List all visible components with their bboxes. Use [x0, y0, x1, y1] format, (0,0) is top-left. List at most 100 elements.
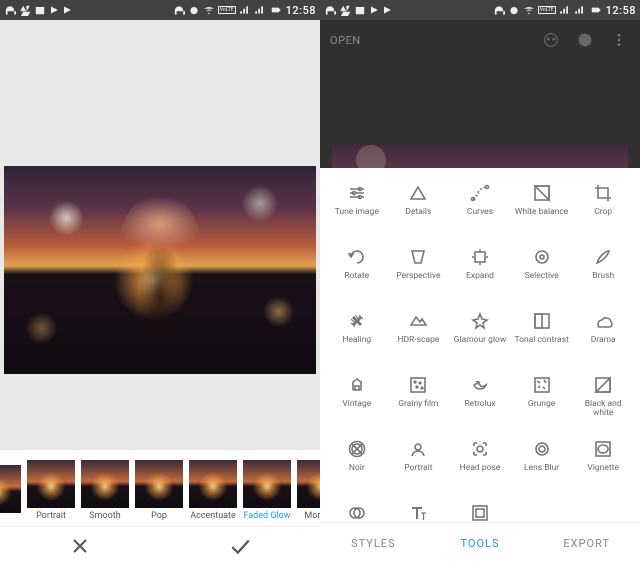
tool-grunge[interactable]: Grunge — [511, 374, 573, 436]
tool-noir[interactable]: Noir — [326, 438, 388, 500]
filter-strip[interactable]: PortraitSmoothPopAccentuateFaded GlowMor… — [0, 450, 320, 526]
filter-morning[interactable]: Morning — [295, 460, 320, 521]
tool-label: Vintage — [342, 400, 371, 409]
tool-selective[interactable]: Selective — [511, 246, 573, 308]
signal-icon — [559, 4, 571, 16]
tool-whitebalance[interactable]: White balance — [511, 182, 573, 244]
wifi-icon — [523, 4, 535, 16]
tool-portrait[interactable]: Portrait — [388, 438, 450, 500]
tools-panel: Tune imageDetailsCurvesWhite balanceCrop… — [320, 168, 640, 522]
grunge-icon — [531, 374, 553, 396]
tool-drama[interactable]: Drama — [572, 310, 634, 372]
tool-label: Head pose — [460, 464, 501, 473]
filter-label: Morning — [295, 511, 320, 521]
portrait-icon — [407, 438, 429, 460]
tool-healing[interactable]: Healing — [326, 310, 388, 372]
whitebalance-icon — [531, 182, 553, 204]
play-icon — [369, 5, 379, 15]
nav-export[interactable]: EXPORT — [533, 523, 640, 564]
drive-icon — [19, 4, 31, 16]
tool-frames[interactable]: Frames — [449, 502, 511, 522]
signal-icon — [239, 4, 251, 16]
filter-portrait[interactable]: Portrait — [25, 460, 77, 521]
tool-tune[interactable]: Tune image — [326, 182, 388, 244]
more-icon[interactable] — [608, 29, 630, 51]
tool-double[interactable]: Double Exposure — [326, 502, 388, 522]
nav-tools[interactable]: TOOLS — [427, 523, 534, 564]
tool-tonal[interactable]: Tonal contrast — [511, 310, 573, 372]
tool-curves[interactable]: Curves — [449, 182, 511, 244]
filter-label: Pop — [133, 511, 185, 521]
play-icon — [49, 5, 59, 15]
photo-peek — [332, 142, 628, 168]
filter-cropped[interactable] — [0, 465, 23, 516]
headphones-icon-2 — [493, 4, 505, 16]
tool-glamour[interactable]: Glamour glow — [449, 310, 511, 372]
tool-label: Grunge — [528, 400, 555, 409]
filter-accentuate[interactable]: Accentuate — [187, 460, 239, 521]
tool-label: Drama — [591, 336, 616, 345]
text-icon — [407, 502, 429, 522]
tool-perspective[interactable]: Perspective — [388, 246, 450, 308]
frames-icon — [469, 502, 491, 522]
tool-headpose[interactable]: Head pose — [449, 438, 511, 500]
info-icon[interactable] — [574, 29, 596, 51]
status-time: 12:58 — [286, 4, 316, 17]
tool-label: Lens Blur — [524, 464, 559, 473]
tool-label: Portrait — [404, 464, 432, 473]
tool-grainy[interactable]: Grainy film — [388, 374, 450, 436]
cancel-button[interactable] — [0, 527, 160, 564]
tool-retrolux[interactable]: Retrolux — [449, 374, 511, 436]
tool-lensblur[interactable]: Lens Blur — [511, 438, 573, 500]
curves-icon — [469, 182, 491, 204]
photo — [4, 166, 316, 374]
tool-label: Expand — [466, 272, 494, 281]
tool-brush[interactable]: Brush — [572, 246, 634, 308]
grainy-icon — [407, 374, 429, 396]
tool-label: Retrolux — [464, 400, 495, 409]
hdr-icon — [407, 310, 429, 332]
battery-icon — [269, 4, 283, 16]
tool-text[interactable]: Text — [388, 502, 450, 522]
image-icon — [34, 4, 46, 16]
tool-details[interactable]: Details — [388, 182, 450, 244]
open-button[interactable]: OPEN — [330, 34, 361, 47]
tool-vignette[interactable]: Vignette — [572, 438, 634, 500]
battery-icon — [589, 4, 603, 16]
tool-rotate[interactable]: Rotate — [326, 246, 388, 308]
tool-expand[interactable]: Expand — [449, 246, 511, 308]
healing-icon — [346, 310, 368, 332]
tool-label: Brush — [592, 272, 614, 281]
tool-label: Healing — [342, 336, 371, 345]
tool-label: Black and white — [574, 400, 632, 419]
retrolux-icon — [469, 374, 491, 396]
tool-vintage[interactable]: Vintage — [326, 374, 388, 436]
signal-icon-2 — [254, 4, 266, 16]
filter-smooth[interactable]: Smooth — [79, 460, 131, 521]
nav-styles[interactable]: STYLES — [320, 523, 427, 564]
selective-icon — [531, 246, 553, 268]
vignette-icon — [592, 438, 614, 460]
headphones-icon — [324, 4, 336, 16]
tool-crop[interactable]: Crop — [572, 182, 634, 244]
volte-badge: VoLTE — [538, 6, 556, 14]
left-pane: VoLTE 12:58 PortraitSmoothPopAccentuateF… — [0, 0, 320, 564]
filter-thumb — [189, 460, 237, 508]
drama-icon — [592, 310, 614, 332]
image-icon — [354, 4, 366, 16]
filter-label: Portrait — [25, 511, 77, 521]
expand-icon — [469, 246, 491, 268]
filter-pop[interactable]: Pop — [133, 460, 185, 521]
tool-bw[interactable]: Black and white — [572, 374, 634, 436]
photo-canvas[interactable] — [0, 20, 320, 450]
tool-hdr[interactable]: HDR-scape — [388, 310, 450, 372]
confirm-button[interactable] — [160, 527, 320, 564]
noir-icon — [346, 438, 368, 460]
status-bar-right: VoLTE 12:58 — [320, 0, 640, 20]
tune-icon — [346, 182, 368, 204]
filter-faded-glow[interactable]: Faded Glow — [241, 460, 293, 521]
play-icon-2 — [382, 5, 392, 15]
filter-thumb — [297, 460, 320, 508]
vintage-icon — [346, 374, 368, 396]
face-icon[interactable] — [540, 29, 562, 51]
